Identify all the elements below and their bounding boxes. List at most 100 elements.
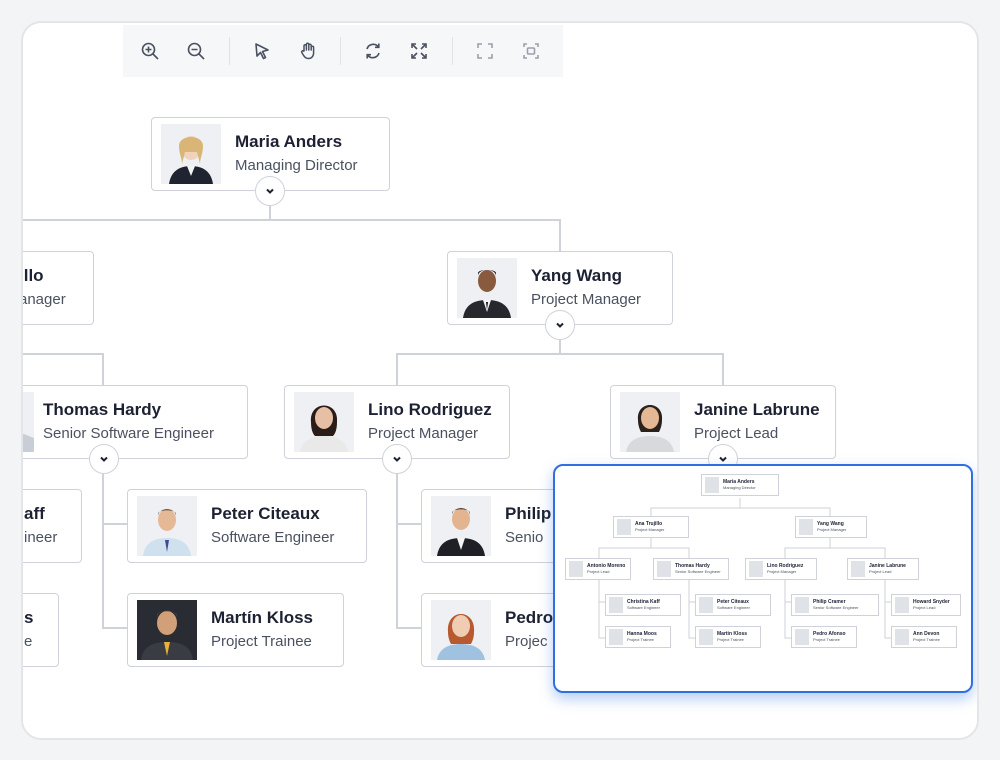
collapse-toggle[interactable] [545, 310, 575, 340]
node-name: Janine Labrune [694, 400, 820, 419]
avatar [609, 597, 623, 613]
fullscreen-button[interactable] [471, 36, 498, 66]
node-role: Project Manager [368, 425, 479, 442]
avatar [799, 519, 813, 535]
toolbar-separator [451, 37, 453, 65]
org-node-christina-kaff[interactable]: aff ineer [23, 489, 82, 563]
toolbar-separator [228, 37, 230, 65]
overview-node-role: Project Trainee [627, 637, 654, 642]
select-pointer-icon [255, 43, 269, 60]
overview-node: Hanna Moos Project Trainee [605, 626, 671, 648]
overview-node-role: Project Manager [767, 569, 797, 574]
node-name: Pedro [505, 608, 554, 627]
pan-tool-button[interactable] [294, 36, 321, 66]
overview-node: Maria Anders Managing Director [701, 474, 779, 496]
select-tool-button[interactable] [248, 36, 275, 66]
org-node-yang-wang[interactable]: Yang Wang Project Manager [447, 251, 673, 340]
overview-node: Antonio Moreno Project Lead [565, 558, 631, 580]
reset-rotate-icon [366, 43, 381, 59]
avatar [851, 561, 865, 577]
avatar [137, 600, 197, 660]
overview-node: Thomas Hardy Senior Software Engineer [653, 558, 729, 580]
node-role: Project Trainee [211, 633, 312, 650]
avatar [699, 597, 713, 613]
pan-hand-icon [300, 42, 315, 60]
org-node-thomas-hardy[interactable]: Thomas Hardy Senior Software Engineer [23, 385, 248, 474]
node-role: e [24, 633, 33, 650]
org-node-ana-trujillo[interactable]: illo anager [21, 251, 94, 325]
avatar [620, 392, 680, 452]
node-role: anager [21, 291, 66, 308]
overview-node-role: Software Engineer [717, 605, 750, 610]
overview-node-role: Project Manager [817, 527, 847, 532]
overview-node: Peter Citeaux Software Engineer [695, 594, 771, 616]
overview-panel[interactable]: Maria Anders Managing Director Ana Trujill… [553, 464, 973, 693]
node-name: Yang Wang [531, 266, 622, 285]
node-role: Senio [505, 529, 544, 546]
avatar [795, 597, 809, 613]
avatar [657, 561, 671, 577]
org-node-lino-rodriguez[interactable]: Lino Rodriguez Project Manager [284, 385, 510, 474]
overview-node: Janine Labrune Project Lead [847, 558, 919, 580]
node-role: Projec [505, 633, 548, 650]
fit-to-page-button[interactable] [406, 36, 433, 66]
avatar [569, 561, 583, 577]
chevron-down-icon [266, 188, 274, 194]
org-node-maria-anders[interactable]: Maria Anders Managing Director [151, 117, 390, 206]
avatar [749, 561, 763, 577]
zoom-in-button[interactable] [137, 36, 164, 66]
reset-button[interactable] [360, 36, 387, 66]
org-node-hanna-moos[interactable]: s e [23, 593, 59, 667]
org-node-martin-kloss[interactable]: Martín Kloss Project Trainee [127, 593, 344, 667]
overview-node-role: Senior Software Engineer [675, 569, 721, 574]
overview-node-role: Project Lead [587, 569, 610, 574]
fullscreen-icon [477, 43, 493, 59]
node-name: Peter Citeaux [211, 504, 320, 523]
zoom-out-icon [187, 42, 205, 60]
overview-node-role: Project Lead [869, 569, 892, 574]
center-view-button[interactable] [517, 36, 544, 66]
collapse-toggle[interactable] [255, 176, 285, 206]
chevron-down-icon [100, 456, 108, 462]
collapse-toggle[interactable] [382, 444, 412, 474]
zoom-out-button[interactable] [183, 36, 210, 66]
avatar [895, 597, 909, 613]
org-node-peter-citeaux[interactable]: Peter Citeaux Software Engineer [127, 489, 367, 563]
overview-node: Ann Devon Project Trainee [891, 626, 957, 648]
avatar [617, 519, 631, 535]
node-name: Maria Anders [235, 132, 343, 151]
overview-node: Christina Kaff Software Engineer [605, 594, 681, 616]
avatar [23, 392, 34, 452]
overview-node: Ana Trujillo Project Manager [613, 516, 689, 538]
node-name: Martín Kloss [211, 608, 314, 627]
overview-node-role: Project Manager [635, 527, 665, 532]
overview-node: Pedro Afonso Project Trainee [791, 626, 857, 648]
overview-node: Lino Rodriguez Project Manager [745, 558, 817, 580]
node-name: Philip [505, 504, 552, 523]
zoom-in-icon [142, 42, 159, 60]
overview-node-role: Project Trainee [913, 637, 940, 642]
avatar [457, 258, 517, 318]
overview-node: Martin Kloss Project Trainee [695, 626, 761, 648]
avatar [137, 496, 197, 556]
fit-to-page-icon [411, 43, 427, 59]
collapse-toggle[interactable] [89, 444, 119, 474]
node-role: Software Engineer [211, 529, 335, 546]
avatar [431, 496, 491, 556]
org-chart-canvas[interactable]: Maria Anders Managing Director illo anag… [21, 21, 979, 740]
node-name: aff [24, 504, 45, 523]
overview-node-role: Project Trainee [717, 637, 744, 642]
overview-node-role: Project Lead [913, 605, 936, 610]
diagram-toolbar [123, 25, 563, 77]
chevron-down-icon [556, 322, 564, 328]
node-name: s [24, 608, 34, 627]
node-role: Project Manager [531, 291, 642, 308]
node-role: Managing Director [235, 157, 358, 174]
overview-node-role: Project Trainee [813, 637, 840, 642]
node-role: Senior Software Engineer [43, 425, 214, 442]
node-role: Project Lead [694, 425, 779, 442]
toolbar-separator [340, 37, 341, 65]
node-role: ineer [24, 529, 58, 546]
org-node-janine-labrune[interactable]: Janine Labrune Project Lead [610, 385, 836, 474]
node-name: illo [21, 266, 44, 285]
